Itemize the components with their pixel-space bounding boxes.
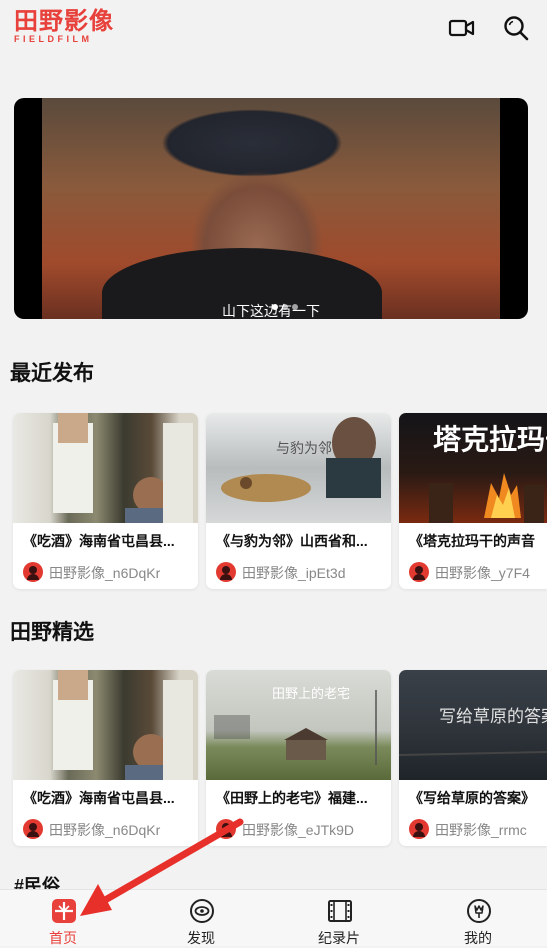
card-thumbnail: 田野上的老宅 — [206, 670, 391, 780]
card-title: 《写给草原的答案》 — [409, 790, 535, 806]
eye-icon — [190, 899, 214, 923]
video-camera-icon[interactable] — [448, 14, 476, 42]
author-avatar — [23, 819, 43, 839]
author-avatar — [409, 819, 429, 839]
card-title: 《塔克拉玛干的声音 — [409, 533, 535, 549]
card-thumbnail: 写给草原的答案 — [399, 670, 547, 780]
banner-image — [42, 98, 500, 319]
thumb-text: 塔克拉玛干 — [433, 423, 547, 456]
app-logo: 田野影像 FIELDFILM — [14, 8, 114, 44]
tab-mine-label: 我的 — [464, 930, 492, 946]
tab-home[interactable]: 首页 — [18, 890, 108, 947]
section-title-picks: 田野精选 — [10, 621, 94, 644]
logo-english: FIELDFILM — [14, 34, 93, 44]
card-thumbnail: 与豹为邻 — [206, 413, 391, 523]
tab-documentary[interactable]: 纪录片 — [294, 890, 384, 947]
author-avatar — [216, 562, 236, 582]
tab-mine[interactable]: 我的 — [433, 890, 523, 947]
card-author: 田野影像_y7F4 — [435, 565, 530, 581]
bottom-nav: 首页 发现 纪录片 我的 — [0, 889, 547, 946]
card-thumbnail — [13, 413, 198, 523]
video-card[interactable]: 与豹为邻 《与豹为邻》山西省和... 田野影像_ipEt3d — [206, 413, 391, 589]
video-card[interactable]: 塔克拉玛干 《塔克拉玛干的声音 田野影像_y7F4 — [399, 413, 547, 589]
thumb-text: 与豹为邻 — [276, 441, 332, 457]
video-card[interactable]: 田野上的老宅 《田野上的老宅》福建... 田野影像_eJTk9D — [206, 670, 391, 846]
tab-documentary-label: 纪录片 — [318, 930, 360, 946]
film-icon — [328, 900, 352, 922]
logo-chinese: 田野影像 — [14, 7, 114, 35]
card-thumbnail: 塔克拉玛干 — [399, 413, 547, 523]
card-title: 《吃酒》海南省屯昌县... — [23, 790, 175, 806]
tab-discover-label: 发现 — [187, 930, 215, 946]
card-author: 田野影像_eJTk9D — [242, 822, 355, 838]
profile-icon — [467, 899, 491, 923]
section-title-recent: 最近发布 — [10, 362, 94, 385]
author-avatar — [409, 562, 429, 582]
carousel-dots — [272, 304, 298, 310]
author-avatar — [23, 562, 43, 582]
top-bar: 田野影像 FIELDFILM — [0, 0, 547, 56]
card-author: 田野影像_n6DqKr — [49, 822, 161, 838]
card-author: 田野影像_n6DqKr — [49, 565, 161, 581]
video-card[interactable]: 写给草原的答案 《写给草原的答案》 田野影像_rrmc — [399, 670, 547, 846]
tab-discover[interactable]: 发现 — [156, 890, 246, 947]
thumb-text: 写给草原的答案 — [439, 707, 547, 727]
card-title: 《吃酒》海南省屯昌县... — [23, 533, 175, 549]
author-avatar — [216, 819, 236, 839]
video-card[interactable]: 《吃酒》海南省屯昌县... 田野影像_n6DqKr — [13, 413, 198, 589]
featured-banner[interactable]: 山下这边有一下 — [14, 98, 528, 319]
video-card[interactable]: 《吃酒》海南省屯昌县... 田野影像_n6DqKr — [13, 670, 198, 846]
card-author: 田野影像_ipEt3d — [242, 565, 346, 581]
card-title: 《田野上的老宅》福建... — [216, 790, 368, 806]
search-icon[interactable] — [502, 14, 530, 42]
thumb-text: 田野上的老宅 — [272, 686, 350, 702]
card-author: 田野影像_rrmc — [435, 822, 527, 838]
card-thumbnail — [13, 670, 198, 780]
tab-home-label: 首页 — [49, 930, 77, 946]
home-icon — [52, 899, 76, 923]
card-title: 《与豹为邻》山西省和... — [216, 533, 368, 549]
